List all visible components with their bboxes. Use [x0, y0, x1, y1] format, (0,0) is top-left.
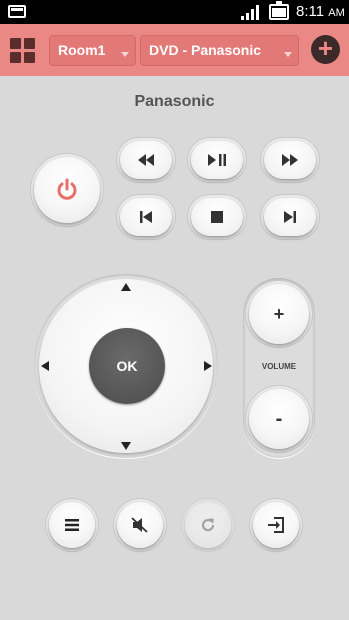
power-icon	[57, 178, 77, 200]
notification-icon	[8, 5, 26, 18]
clock: 8:11 AM	[296, 3, 345, 20]
next-button[interactable]	[264, 198, 316, 236]
play-pause-button[interactable]	[191, 141, 243, 179]
status-bar: 8:11 AM	[0, 0, 349, 24]
fast-forward-icon	[282, 154, 298, 166]
app-bar: Room1 DVD - Panasonic +	[0, 24, 349, 76]
ok-button[interactable]: OK	[89, 328, 165, 404]
volume-label: VOLUME	[261, 362, 297, 371]
dpad-up-icon[interactable]	[121, 283, 131, 291]
rewind-button[interactable]	[120, 141, 172, 179]
signal-icon	[241, 5, 261, 20]
menu-button[interactable]	[49, 502, 95, 548]
play-pause-icon	[208, 154, 226, 166]
previous-button[interactable]	[120, 198, 172, 236]
device-dropdown[interactable]: DVD - Panasonic	[140, 35, 299, 66]
stop-icon	[211, 211, 223, 223]
dpad-left-icon[interactable]	[41, 361, 49, 371]
fast-forward-button[interactable]	[264, 141, 316, 179]
dpad-right-icon[interactable]	[204, 361, 212, 371]
room-dropdown[interactable]: Room1	[49, 35, 136, 66]
next-icon	[284, 211, 296, 223]
dpad-down-icon[interactable]	[121, 442, 131, 450]
menu-icon	[65, 519, 79, 531]
previous-icon	[140, 211, 152, 223]
mute-button[interactable]	[117, 502, 163, 548]
mute-icon	[131, 517, 148, 533]
add-button[interactable]: +	[311, 35, 340, 64]
volume-up-button[interactable]: +	[249, 284, 309, 344]
grid-menu-icon[interactable]	[10, 38, 36, 64]
refresh-icon	[201, 518, 215, 532]
device-title: Panasonic	[134, 93, 215, 110]
input-icon	[268, 517, 284, 533]
room-dropdown-label: Room1	[58, 42, 106, 58]
stop-button[interactable]	[191, 198, 243, 236]
power-button[interactable]	[34, 157, 100, 223]
refresh-button[interactable]	[185, 502, 231, 548]
input-button[interactable]	[253, 502, 299, 548]
volume-down-button[interactable]: -	[249, 389, 309, 449]
battery-icon	[269, 1, 289, 20]
device-dropdown-label: DVD - Panasonic	[149, 42, 262, 58]
rewind-icon	[138, 154, 154, 166]
dropdown-caret-icon	[121, 52, 129, 57]
dropdown-caret-icon	[284, 52, 292, 57]
